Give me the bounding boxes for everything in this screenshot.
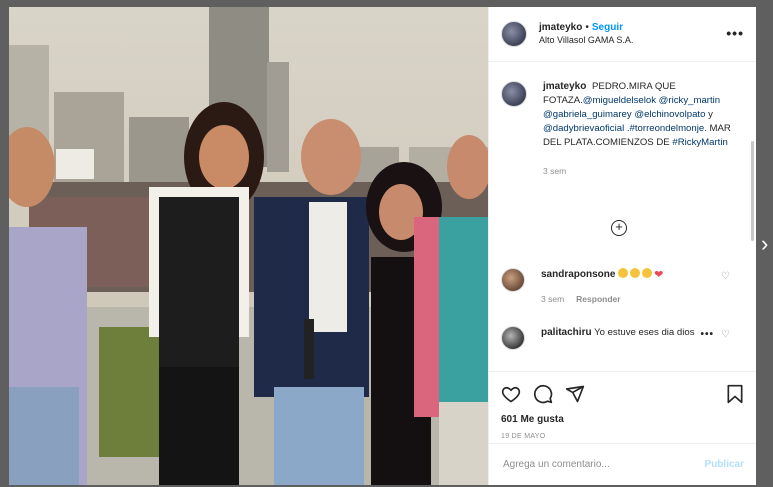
- comments-scrollbar[interactable]: [751, 141, 754, 241]
- location-link[interactable]: Alto Villasol GAMA S.A.: [539, 34, 633, 47]
- reply-button[interactable]: Responder: [576, 294, 620, 304]
- comment-options-icon[interactable]: •••: [700, 329, 714, 340]
- comment-text: Yo estuve eses dia dios: [594, 327, 695, 338]
- caption-body: jmateyko PEDRO.MIRA QUE FOTAZA.@miguelde…: [543, 80, 733, 178]
- caption-text: y: [708, 109, 713, 120]
- comment-username[interactable]: sandraponsone: [541, 269, 615, 280]
- comment-username[interactable]: palitachiru: [541, 327, 592, 338]
- post-photo[interactable]: [9, 7, 488, 485]
- header-text: jmateyko • Seguir Alto Villasol GAMA S.A.: [539, 21, 633, 47]
- avatar[interactable]: [501, 81, 527, 107]
- comment-time[interactable]: 3 sem: [541, 294, 564, 304]
- clap-emoji-icon: [618, 268, 629, 278]
- caption-meta: 3 sem: [543, 164, 733, 178]
- caption-mentions[interactable]: @dadybrievaoficial .#torreondelmonje: [543, 123, 704, 134]
- post-header: jmateyko • Seguir Alto Villasol GAMA S.A. …: [489, 7, 756, 62]
- avatar[interactable]: [501, 21, 527, 47]
- caption: jmateyko PEDRO.MIRA QUE FOTAZA.@miguelde…: [489, 63, 756, 178]
- post-modal: jmateyko • Seguir Alto Villasol GAMA S.A. …: [9, 7, 756, 485]
- caption-username[interactable]: jmateyko: [543, 81, 586, 92]
- comment-body: palitachiru Yo estuve eses dia dios: [541, 326, 701, 350]
- post-side-panel: jmateyko • Seguir Alto Villasol GAMA S.A. …: [488, 7, 756, 485]
- next-post-arrow-icon[interactable]: ›: [761, 232, 773, 256]
- separator-dot: •: [585, 22, 589, 33]
- comment-meta: 3 sem Responder: [541, 292, 701, 306]
- like-comment-heart-icon[interactable]: ♡: [721, 271, 730, 282]
- post-date[interactable]: 19 DE MAYO: [501, 433, 744, 440]
- more-options-icon[interactable]: •••: [726, 25, 744, 41]
- caption-hashtag[interactable]: #RickyMartin: [672, 137, 727, 148]
- like-heart-icon[interactable]: [501, 384, 521, 404]
- publish-button[interactable]: Publicar: [705, 459, 744, 470]
- follow-button[interactable]: Seguir: [592, 22, 623, 33]
- comments-section[interactable]: jmateyko PEDRO.MIRA QUE FOTAZA.@miguelde…: [489, 63, 756, 371]
- clap-emoji-icon: [642, 268, 653, 278]
- likes-count[interactable]: 601 Me gusta: [501, 414, 744, 425]
- avatar[interactable]: [501, 268, 525, 292]
- clap-emoji-icon: [630, 268, 641, 278]
- avatar[interactable]: [501, 326, 525, 350]
- author-username[interactable]: jmateyko: [539, 22, 582, 33]
- photo-illustration: [9, 7, 488, 485]
- comment-body: sandraponsone ❤ 3 sem Responder: [541, 268, 701, 306]
- comment-item: palitachiru Yo estuve eses dia dios ••• …: [501, 326, 738, 350]
- bookmark-save-icon[interactable]: [726, 384, 744, 404]
- load-more-comments-icon[interactable]: +: [611, 220, 627, 236]
- add-comment-bar: Publicar: [489, 443, 756, 485]
- comment-bubble-icon[interactable]: [533, 384, 553, 404]
- comment-input[interactable]: [501, 458, 705, 471]
- caption-time[interactable]: 3 sem: [543, 166, 566, 176]
- like-comment-heart-icon[interactable]: ♡: [721, 329, 730, 340]
- post-actions: 601 Me gusta 19 DE MAYO: [489, 371, 756, 451]
- share-paper-plane-icon[interactable]: [565, 384, 585, 404]
- heart-emoji-icon: ❤: [654, 269, 664, 281]
- comment-item: sandraponsone ❤ 3 sem Responder ♡: [501, 268, 738, 306]
- action-icons: [501, 384, 744, 404]
